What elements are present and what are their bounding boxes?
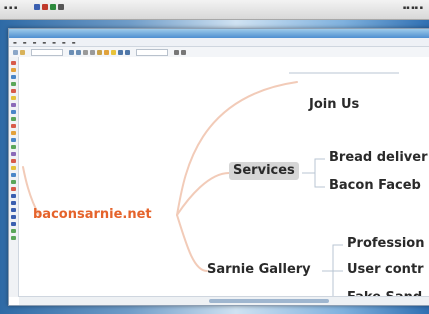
sidebar-icon[interactable]: [11, 89, 16, 93]
menu-item[interactable]: ▬: [72, 40, 76, 45]
sidebar-icon[interactable]: [11, 131, 16, 135]
sidebar-icon[interactable]: [11, 201, 16, 205]
launcher-icon[interactable]: [58, 4, 64, 10]
mindmap-connectors: [22, 72, 399, 297]
sidebar-icon[interactable]: [11, 215, 16, 219]
menu-item[interactable]: ▬: [52, 40, 56, 45]
sidebar-icon[interactable]: [11, 194, 16, 198]
paste-icon[interactable]: [97, 49, 102, 55]
sidebar-icon[interactable]: [11, 68, 16, 72]
node-services[interactable]: Services: [229, 162, 299, 180]
node-root[interactable]: baconsarnie.net: [33, 207, 152, 222]
sidebar-icon[interactable]: [11, 124, 16, 128]
sidebar-icon[interactable]: [11, 103, 16, 107]
sidebar-icon[interactable]: [11, 138, 16, 142]
sidebar-icon[interactable]: [11, 236, 16, 240]
menu-item[interactable]: ▬: [23, 40, 27, 45]
panel-tray: ▪▪ ▪▪ ▪: [402, 5, 423, 11]
sidebar-icon[interactable]: [11, 159, 16, 163]
mindmap-app-window: ▬ ▬ ▬ ▬ ▬ ▬ ▬ Join Us Services Bread del…: [8, 28, 429, 306]
sidebar-icon[interactable]: [11, 117, 16, 121]
link-gallery-profession: [322, 244, 343, 272]
node-professional[interactable]: Profession: [347, 236, 424, 251]
link-services-bacon: [314, 173, 325, 188]
node-user-contributions[interactable]: User contr: [347, 262, 424, 277]
mindmap-canvas[interactable]: Join Us Services Bread deliver Bacon Fac…: [19, 57, 429, 305]
sidebar-icon[interactable]: [11, 187, 16, 191]
sidebar-icon[interactable]: [11, 180, 16, 184]
edit-icon[interactable]: [125, 49, 130, 55]
menu-item[interactable]: ▬: [42, 40, 46, 45]
desktop-menu[interactable]: ▪ ▪ ▪: [4, 5, 17, 11]
redo-icon[interactable]: [76, 49, 81, 55]
cut-icon[interactable]: [83, 49, 88, 55]
node-bacon-facebook[interactable]: Bacon Faceb: [329, 178, 421, 193]
sidebar-icon[interactable]: [11, 229, 16, 233]
sidebar-icon[interactable]: [11, 110, 16, 114]
sidebar-icon[interactable]: [11, 152, 16, 156]
link-icon[interactable]: [118, 49, 123, 55]
italic-icon[interactable]: [181, 49, 186, 55]
launcher-icon[interactable]: [34, 4, 40, 10]
node-add-icon[interactable]: [104, 49, 109, 55]
star-icon[interactable]: [111, 49, 116, 55]
sidebar-icon[interactable]: [11, 61, 16, 65]
node-sarnie-gallery[interactable]: Sarnie Gallery: [207, 262, 311, 277]
menu-item[interactable]: ▬: [33, 40, 37, 45]
window-titlebar[interactable]: [9, 29, 429, 38]
link-root-gallery: [176, 214, 208, 272]
sidebar-icon[interactable]: [11, 75, 16, 79]
sidebar-icon[interactable]: [11, 82, 16, 86]
sidebar-icon[interactable]: [11, 166, 16, 170]
node-bread-delivery[interactable]: Bread deliver: [329, 150, 427, 165]
horizontal-scrollbar[interactable]: [19, 296, 429, 305]
node-join-us[interactable]: Join Us: [309, 97, 359, 112]
desktop-top-panel: ▪ ▪ ▪ ▪▪ ▪▪ ▪: [0, 0, 429, 20]
sidebar-icon[interactable]: [11, 208, 16, 212]
panel-launchers: [34, 4, 64, 10]
link-services-bread: [302, 158, 325, 174]
scrollbar-thumb[interactable]: [209, 299, 329, 303]
launcher-icon[interactable]: [42, 4, 48, 10]
menu-bar: ▬ ▬ ▬ ▬ ▬ ▬ ▬: [9, 38, 429, 47]
sidebar-icon[interactable]: [11, 96, 16, 100]
copy-icon[interactable]: [90, 49, 95, 55]
link-root-join-us: [176, 81, 298, 216]
new-icon[interactable]: [13, 49, 18, 55]
open-icon[interactable]: [20, 49, 25, 55]
sidebar-icon[interactable]: [11, 222, 16, 226]
menu-item[interactable]: ▬: [13, 40, 17, 45]
bold-icon[interactable]: [174, 49, 179, 55]
menu-item[interactable]: ▬: [62, 40, 66, 45]
sidebar-icon[interactable]: [11, 145, 16, 149]
link-gallery-fake: [332, 271, 334, 297]
sidebar-icon[interactable]: [11, 173, 16, 177]
zoom-field[interactable]: [31, 48, 63, 56]
icon-sidebar: [9, 57, 19, 297]
undo-icon[interactable]: [69, 49, 74, 55]
launcher-icon[interactable]: [50, 4, 56, 10]
font-selector[interactable]: [136, 48, 168, 56]
